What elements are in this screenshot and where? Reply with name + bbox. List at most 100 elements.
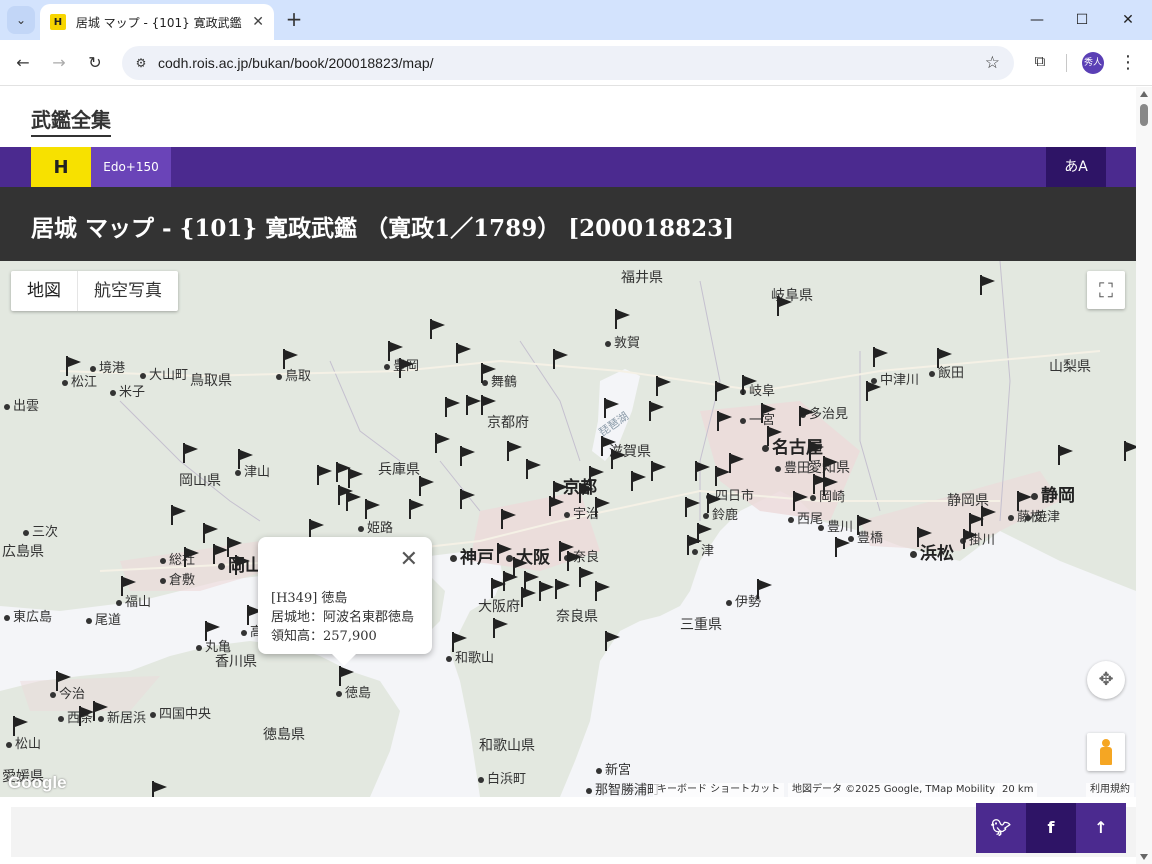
castle-flag-icon[interactable] xyxy=(459,446,477,466)
map-type-aerial-button[interactable]: 航空写真 xyxy=(78,271,178,311)
castle-flag-icon[interactable] xyxy=(455,343,473,363)
castle-flag-icon[interactable] xyxy=(728,453,746,473)
castle-flag-icon[interactable] xyxy=(798,406,816,426)
map-type-road-button[interactable]: 地図 xyxy=(11,271,78,311)
castle-flag-icon[interactable] xyxy=(525,459,543,479)
castle-flag-icon[interactable] xyxy=(979,275,997,295)
castle-flag-icon[interactable] xyxy=(776,296,794,316)
castle-flag-icon[interactable] xyxy=(408,499,426,519)
castle-flag-icon[interactable] xyxy=(418,476,436,496)
map-canvas[interactable]: 地図 航空写真 ⛶ ✥ 福井県 岐阜県 山梨県 鳥取県 京都府 滋賀県 愛知県 岡山県 兵庫県静… xyxy=(0,261,1136,797)
reload-icon[interactable]: ↻ xyxy=(82,50,108,76)
profile-avatar[interactable]: 秀人 xyxy=(1082,52,1104,74)
site-title[interactable]: 武鑑全集 xyxy=(31,104,111,137)
castle-flag-icon[interactable] xyxy=(766,426,784,446)
language-icon[interactable]: あA xyxy=(1046,147,1106,187)
scroll-thumb[interactable] xyxy=(1140,104,1148,126)
castle-flag-icon[interactable] xyxy=(916,527,934,547)
castle-flag-icon[interactable] xyxy=(554,579,572,599)
castle-flag-icon[interactable] xyxy=(308,519,326,539)
menu-icon[interactable]: ⋮ xyxy=(1118,51,1138,75)
fullscreen-icon[interactable]: ⛶ xyxy=(1087,271,1125,309)
castle-flag-icon[interactable] xyxy=(552,349,570,369)
extensions-icon[interactable]: ⧉ xyxy=(1030,52,1050,72)
back-to-top-button[interactable]: ↑ xyxy=(1076,803,1126,853)
edo150-logo[interactable]: Edo+150 xyxy=(91,147,171,187)
castle-flag-icon[interactable] xyxy=(686,535,704,555)
castle-flag-icon[interactable] xyxy=(1016,491,1034,511)
forward-icon[interactable]: → xyxy=(46,50,72,76)
castle-flag-icon[interactable] xyxy=(741,375,759,395)
map-scale[interactable]: 20 km xyxy=(998,783,1038,797)
castle-flag-icon[interactable] xyxy=(500,509,518,529)
close-icon[interactable]: ✕ xyxy=(400,547,418,572)
castle-flag-icon[interactable] xyxy=(548,496,566,516)
window-close-icon[interactable]: ✕ xyxy=(1116,8,1140,32)
castle-flag-icon[interactable] xyxy=(338,666,356,686)
castle-flag-icon[interactable] xyxy=(451,632,469,652)
castle-flag-icon[interactable] xyxy=(434,433,452,453)
castle-flag-icon[interactable] xyxy=(655,376,673,396)
castle-flag-icon[interactable] xyxy=(865,381,883,401)
castle-flag-icon[interactable] xyxy=(822,456,840,476)
castle-flag-icon[interactable] xyxy=(237,449,255,469)
castle-flag-icon[interactable] xyxy=(760,403,778,423)
back-icon[interactable]: ← xyxy=(10,50,36,76)
castle-flag-icon[interactable] xyxy=(316,465,334,485)
castle-flag-icon[interactable] xyxy=(429,319,447,339)
castle-flag-icon[interactable] xyxy=(1057,445,1075,465)
castle-flag-icon[interactable] xyxy=(594,497,612,517)
castle-flag-icon[interactable] xyxy=(706,493,724,513)
castle-flag-icon[interactable] xyxy=(630,471,648,491)
castle-flag-icon[interactable] xyxy=(648,401,666,421)
castle-flag-icon[interactable] xyxy=(1123,441,1136,461)
google-logo[interactable]: Google xyxy=(8,773,67,793)
castle-flag-icon[interactable] xyxy=(204,621,222,641)
castle-flag-icon[interactable] xyxy=(506,441,524,461)
new-tab-button[interactable]: + xyxy=(282,8,306,32)
castle-flag-icon[interactable] xyxy=(962,529,980,549)
castle-flag-icon[interactable] xyxy=(459,489,477,509)
castle-flag-icon[interactable] xyxy=(603,398,621,418)
castle-flag-icon[interactable] xyxy=(183,547,201,567)
castle-flag-icon[interactable] xyxy=(226,537,244,557)
castle-flag-icon[interactable] xyxy=(364,499,382,519)
map-camera-control-icon[interactable]: ✥ xyxy=(1087,661,1125,699)
castle-flag-icon[interactable] xyxy=(151,781,169,797)
castle-flag-icon[interactable] xyxy=(716,411,734,431)
castle-flag-icon[interactable] xyxy=(610,449,628,469)
close-icon[interactable]: ✕ xyxy=(252,14,264,30)
castle-flag-icon[interactable] xyxy=(834,537,852,557)
address-bar[interactable]: ⚙ codh.rois.ac.jp/bukan/book/200018823/m… xyxy=(122,46,1014,80)
castle-flag-icon[interactable] xyxy=(822,476,840,496)
castle-flag-icon[interactable] xyxy=(792,491,810,511)
tab-list-button[interactable]: ⌄ xyxy=(7,6,35,34)
castle-flag-icon[interactable] xyxy=(234,555,252,575)
castle-flag-icon[interactable] xyxy=(936,348,954,368)
castle-flag-icon[interactable] xyxy=(492,618,510,638)
castle-flag-icon[interactable] xyxy=(980,506,998,526)
scroll-up-icon[interactable] xyxy=(1140,91,1148,97)
brand-logo[interactable]: H xyxy=(31,147,91,187)
castle-flag-icon[interactable] xyxy=(55,671,73,691)
castle-flag-icon[interactable] xyxy=(120,576,138,596)
castle-flag-icon[interactable] xyxy=(594,581,612,601)
terms-link[interactable]: 利用規約 xyxy=(1086,783,1134,797)
castle-flag-icon[interactable] xyxy=(714,381,732,401)
castle-flag-icon[interactable] xyxy=(694,461,712,481)
castle-flag-icon[interactable] xyxy=(345,491,363,511)
site-info-icon[interactable]: ⚙ xyxy=(132,54,150,72)
castle-flag-icon[interactable] xyxy=(92,701,110,721)
castle-flag-icon[interactable] xyxy=(756,579,774,599)
bookmark-star-icon[interactable]: ☆ xyxy=(985,53,1000,73)
castle-flag-icon[interactable] xyxy=(12,716,30,736)
castle-flag-icon[interactable] xyxy=(202,523,220,543)
scroll-down-icon[interactable] xyxy=(1140,854,1148,860)
twitter-share-button[interactable]: 🐦︎ xyxy=(976,803,1026,853)
castle-flag-icon[interactable] xyxy=(604,631,622,651)
castle-flag-icon[interactable] xyxy=(398,358,416,378)
castle-flag-icon[interactable] xyxy=(182,443,200,463)
castle-flag-icon[interactable] xyxy=(444,397,462,417)
facebook-share-button[interactable]: f xyxy=(1026,803,1076,853)
castle-flag-icon[interactable] xyxy=(282,349,300,369)
